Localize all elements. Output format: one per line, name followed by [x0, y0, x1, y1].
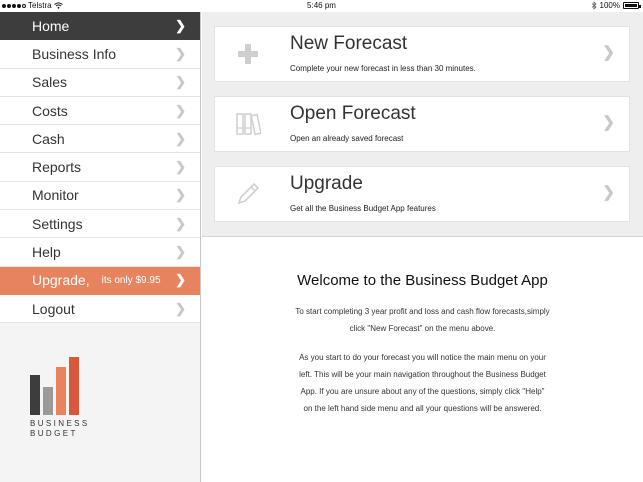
plus-icon — [238, 44, 258, 64]
chevron-right-icon: ❯ — [602, 44, 615, 61]
welcome-paragraph-2: As you start to do your forecast you wil… — [299, 353, 546, 413]
sidebar-item-label: Cash — [32, 130, 65, 147]
open-forecast-card[interactable]: Open Forecast Open an already saved fore… — [214, 96, 630, 152]
welcome-section: Welcome to the Business Budget App To st… — [202, 238, 643, 482]
chevron-right-icon: ❯ — [175, 74, 186, 90]
chevron-right-icon: ❯ — [175, 244, 186, 260]
card-description: Get all the Business Budget App features — [290, 204, 436, 213]
card-title: New Forecast — [290, 33, 408, 54]
sidebar-item-home[interactable]: Home ❯ — [0, 12, 200, 41]
sidebar-item-cash[interactable]: Cash ❯ — [0, 125, 200, 154]
logo-text: BUSINESS BUDGET — [30, 419, 90, 439]
sidebar-item-label: Sales — [32, 74, 68, 91]
welcome-paragraph-1: To start completing 3 year profit and lo… — [295, 307, 550, 333]
action-panel: New Forecast Complete your new forecast … — [202, 12, 643, 237]
sidebar-item-label: Costs — [32, 102, 68, 119]
pen-icon — [237, 182, 260, 205]
welcome-title: Welcome to the Business Budget App — [297, 272, 548, 289]
card-description: Complete your new forecast in less than … — [290, 64, 476, 73]
sidebar-item-business-info[interactable]: Business Info ❯ — [0, 40, 200, 69]
chevron-right-icon: ❯ — [175, 215, 186, 231]
sidebar-item-upgrade[interactable]: Upgrade, its only $9.95 ❯ — [0, 266, 200, 295]
card-description: Open an already saved forecast — [290, 134, 404, 143]
sidebar-item-help[interactable]: Help ❯ — [0, 238, 200, 267]
logo-line2: BUDGET — [30, 429, 78, 438]
logo-bar — [43, 387, 53, 415]
logo-bar — [30, 375, 40, 415]
sidebar-item-label: Business Info — [32, 45, 117, 62]
sidebar-item-logout[interactable]: Logout ❯ — [0, 295, 200, 324]
sidebar-item-label: Home — [32, 17, 70, 34]
sidebar-item-label: Help — [32, 244, 61, 261]
status-right: 100% — [591, 1, 641, 10]
bluetooth-icon — [591, 1, 597, 10]
sidebar-item-label: Reports — [32, 159, 82, 176]
sidebar-item-sublabel: its only $9.95 — [101, 274, 161, 286]
binders-icon — [236, 113, 261, 136]
logo-line1: BUSINESS — [30, 419, 90, 428]
chevron-right-icon: ❯ — [175, 272, 186, 288]
chevron-right-icon: ❯ — [175, 102, 186, 118]
clock: 5:46 pm — [307, 1, 336, 10]
chevron-right-icon: ❯ — [175, 17, 186, 33]
business-budget-logo: BUSINESS BUDGET — [30, 357, 90, 439]
new-forecast-card[interactable]: New Forecast Complete your new forecast … — [214, 26, 630, 82]
sidebar-item-costs[interactable]: Costs ❯ — [0, 97, 200, 126]
battery-icon — [623, 2, 641, 9]
status-bar: Telstra 5:46 pm 100% — [0, 0, 643, 12]
chevron-right-icon: ❯ — [602, 114, 615, 131]
logo-bar — [56, 367, 66, 415]
chevron-right-icon: ❯ — [175, 159, 186, 175]
card-title: Upgrade — [290, 173, 363, 194]
chevron-right-icon: ❯ — [175, 300, 186, 316]
sidebar-item-monitor[interactable]: Monitor ❯ — [0, 182, 200, 211]
logo-bars — [30, 357, 90, 415]
sidebar-item-label: Settings — [32, 215, 83, 232]
sidebar-item-label: Upgrade, — [32, 272, 90, 289]
sidebar-item-settings[interactable]: Settings ❯ — [0, 210, 200, 239]
sidebar-item-label: Monitor — [32, 187, 79, 204]
chevron-right-icon: ❯ — [175, 45, 186, 61]
chevron-right-icon: ❯ — [175, 187, 186, 203]
chevron-right-icon: ❯ — [175, 130, 186, 146]
sidebar-item-sales[interactable]: Sales ❯ — [0, 69, 200, 97]
chevron-right-icon: ❯ — [602, 184, 615, 201]
sidebar-menu: Home ❯ Business Info ❯ Sales ❯ Costs ❯ Cash ❯ Repo… — [0, 12, 200, 324]
sidebar-item-label: Logout — [32, 300, 75, 317]
battery-label: 100% — [599, 1, 620, 10]
upgrade-card[interactable]: Upgrade Get all the Business Budget App … — [214, 166, 630, 222]
sidebar-item-reports[interactable]: Reports ❯ — [0, 153, 200, 182]
card-title: Open Forecast — [290, 103, 416, 124]
logo-bar — [69, 357, 79, 415]
